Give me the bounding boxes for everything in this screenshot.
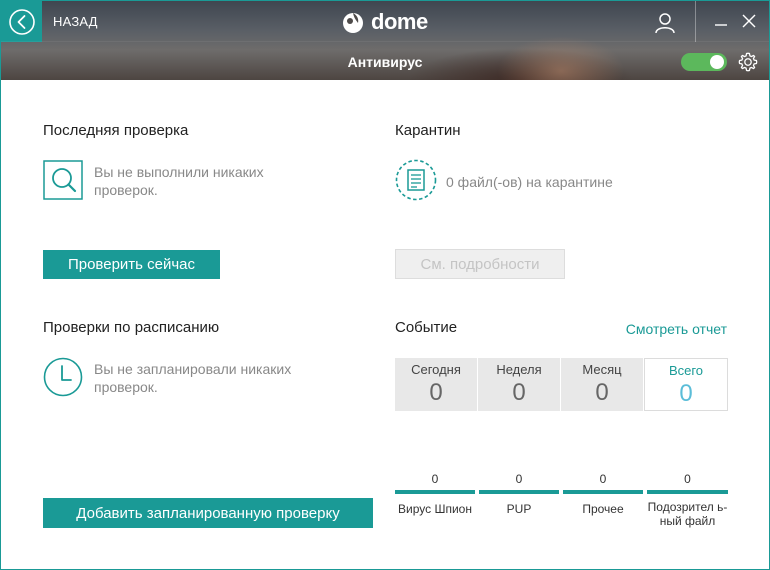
scan-now-button[interactable]: Проверить сейчас	[43, 250, 220, 279]
gear-icon	[738, 52, 758, 72]
stat-bar	[647, 490, 728, 494]
header-divider	[695, 1, 696, 42]
last-scan-title: Последняя проверка	[43, 122, 189, 139]
tab-count: 0	[512, 379, 526, 406]
protection-toggle[interactable]	[681, 53, 727, 71]
user-account-button[interactable]	[653, 11, 677, 35]
scheduled-scans-description: Вы не запланировали никаких проверок.	[94, 361, 292, 395]
event-stats: 0 Вирус Шпион 0 PUP 0 Прочее 0 Подозрите…	[395, 472, 728, 532]
back-label[interactable]: НАЗАД	[53, 14, 98, 29]
logo: dome	[341, 9, 428, 35]
user-icon	[655, 13, 675, 34]
header-bar: НАЗАД dome Антивирус	[1, 1, 769, 80]
scheduled-scans-title: Проверки по расписанию	[43, 319, 220, 336]
magnifier-icon	[43, 160, 83, 200]
stat-value: 0	[431, 472, 439, 486]
stat-value: 0	[515, 472, 523, 486]
settings-button[interactable]	[737, 51, 759, 73]
view-report-link[interactable]: Смотреть отчет	[626, 321, 727, 337]
add-scheduled-scan-button[interactable]: Добавить запланированную проверку	[43, 498, 373, 528]
view-details-button[interactable]: См. подробности	[395, 249, 565, 279]
close-button[interactable]	[741, 13, 757, 29]
tab-count: 0	[679, 380, 693, 407]
stat-label: PUP	[506, 502, 532, 516]
stat-bar	[563, 490, 643, 494]
clock-icon	[43, 357, 83, 397]
quarantine-description: 0 файл(-ов) на карантине	[446, 174, 613, 190]
chevron-left-icon	[8, 8, 35, 35]
period-tabs: Сегодня 0 Неделя 0 Месяц 0 Всего 0	[395, 358, 728, 411]
stat-label: Подозрител ь-ный файл	[647, 500, 728, 528]
tab-label: Месяц	[582, 362, 622, 377]
tab-count: 0	[595, 379, 609, 406]
stat-label: Прочее	[582, 502, 624, 516]
tab-label: Всего	[668, 363, 704, 378]
tab-today[interactable]: Сегодня 0	[395, 358, 478, 411]
stat-suspicious: 0 Подозрител ь-ный файл	[647, 472, 728, 528]
stat-other: 0 Прочее	[563, 472, 643, 516]
tab-month[interactable]: Месяц 0	[561, 358, 644, 411]
tab-label: Сегодня	[411, 362, 461, 377]
tab-label: Неделя	[496, 362, 542, 377]
stat-pup: 0 PUP	[479, 472, 559, 516]
stat-value: 0	[599, 472, 607, 486]
stat-label: Вирус Шпион	[398, 502, 472, 516]
minimize-icon	[715, 24, 727, 26]
quarantine-icon	[395, 159, 437, 201]
toggle-knob	[710, 55, 724, 69]
stat-spyware: 0 Вирус Шпион	[395, 472, 475, 516]
close-icon	[742, 14, 756, 28]
tab-total[interactable]: Всего 0	[644, 358, 728, 411]
logo-text: dome	[371, 9, 428, 34]
page-title: Антивирус	[347, 54, 423, 70]
minimize-button[interactable]	[713, 13, 729, 29]
stat-bar	[395, 490, 475, 494]
stat-value: 0	[684, 472, 691, 486]
last-scan-description: Вы не выполнили никаких проверок.	[94, 164, 264, 198]
tab-week[interactable]: Неделя 0	[478, 358, 561, 411]
back-button[interactable]	[1, 1, 42, 42]
panda-logo-icon	[343, 13, 363, 33]
stat-bar	[479, 490, 559, 494]
antivirus-window: НАЗАД dome Антивирус Последняя проверка …	[0, 0, 770, 570]
quarantine-title: Карантин	[395, 122, 461, 139]
tab-count: 0	[429, 379, 443, 406]
events-title: Событие	[395, 319, 458, 336]
